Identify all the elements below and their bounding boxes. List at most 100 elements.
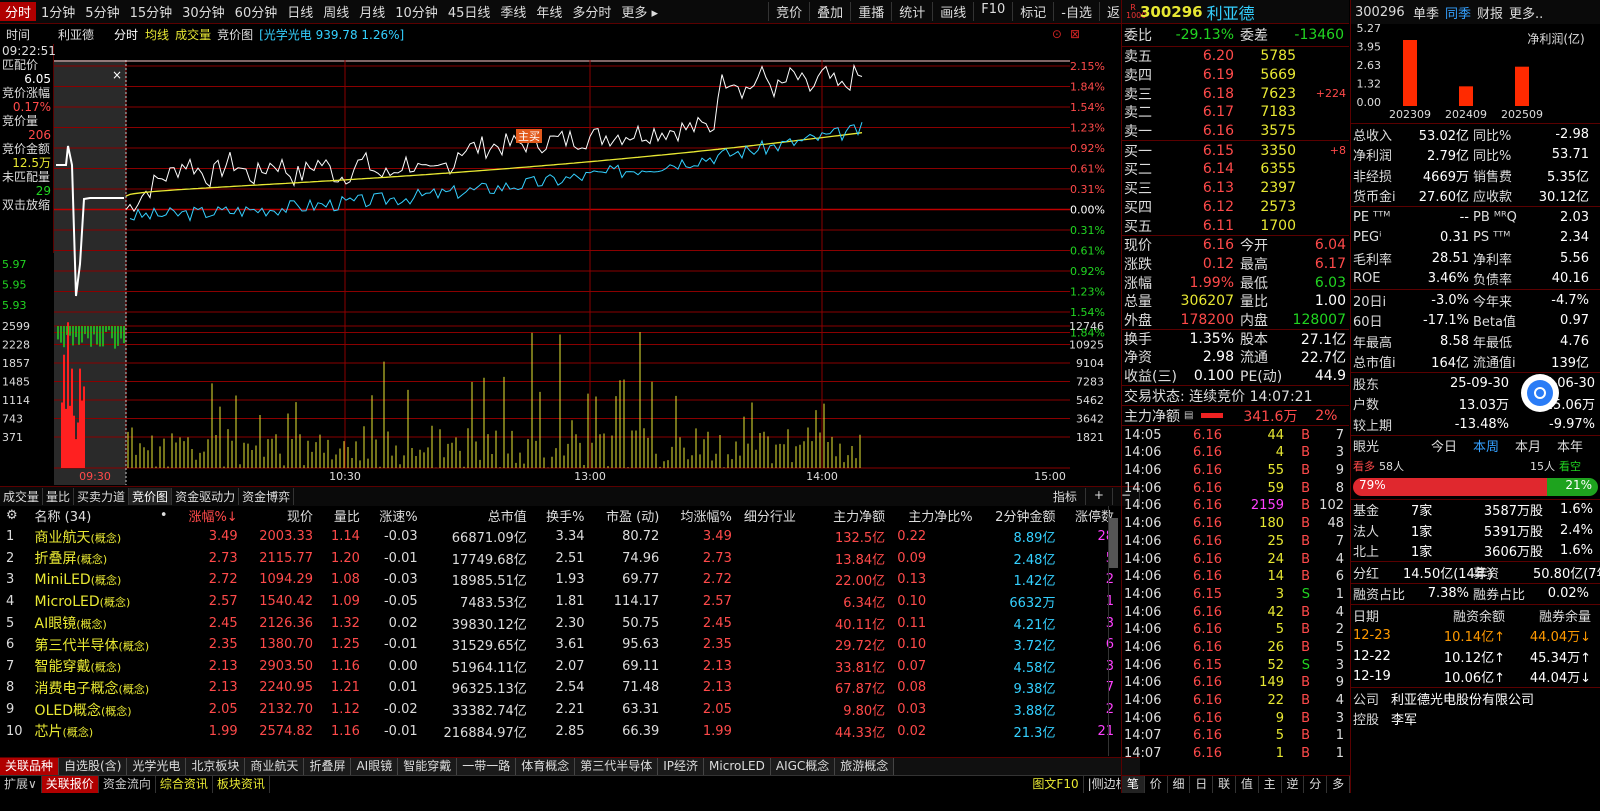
sentiment-bar[interactable]: 79% 21% (1353, 477, 1598, 496)
asks-row[interactable]: 卖五 6.20 5785 (1122, 47, 1349, 66)
sector-name[interactable]: AI眼镜(概念) (29, 612, 174, 634)
sector-name[interactable]: OLED概念(概念) (29, 699, 174, 721)
tick-tab[interactable]: 主 (1259, 776, 1282, 793)
related-tab[interactable]: 折叠屏 (304, 758, 352, 775)
toolbar-button[interactable]: 统计 (891, 2, 932, 21)
tick-tab[interactable]: 联 (1213, 776, 1236, 793)
bottom-tab[interactable]: 资金流向 (99, 776, 156, 793)
related-tab[interactable]: 商业航天 (245, 758, 305, 775)
indicator-button[interactable]: + (1086, 488, 1113, 505)
table-row[interactable]: 6 第三代半导体(概念) 2.35 1380.70 1.25 -0.01 31529.65亿… (0, 634, 1120, 656)
table-row[interactable]: 7 智能穿戴(概念) 2.13 2903.50 1.16 0.00 51964.11亿 2.0… (0, 656, 1120, 678)
related-tab[interactable]: 关联品种 (0, 758, 60, 775)
period-tab[interactable]: 15分钟 (125, 2, 178, 21)
period-tab[interactable]: 1分钟 (36, 2, 80, 21)
tick-tab[interactable]: 分 (1304, 776, 1328, 793)
bottom-tab[interactable]: 扩展∨ (0, 776, 42, 793)
sector-name[interactable]: MiniLED(概念) (29, 569, 174, 591)
period-tab[interactable]: 日线 (282, 2, 318, 21)
bids-row[interactable]: 买三 6.13 2397 (1122, 179, 1349, 198)
related-tab[interactable]: 第三代半导体 (575, 758, 659, 775)
column-header[interactable]: 总市值 (424, 505, 533, 526)
period-tab[interactable]: 分时 (0, 2, 37, 21)
asks-row[interactable]: 卖二 6.17 7183 (1122, 103, 1349, 122)
tick-tab[interactable]: 逆 (1282, 776, 1305, 793)
avg-label[interactable]: 均线 (142, 26, 172, 43)
table-row[interactable]: 4 MicroLED(概念) 2.57 1540.42 1.09 -0.05 7483.53… (0, 591, 1120, 613)
related-tab[interactable]: 体育概念 (516, 758, 576, 775)
bottom-tab[interactable]: 综合资讯 (156, 776, 213, 793)
period-tab[interactable]: 5分钟 (80, 2, 124, 21)
chart-svg[interactable]: 2.15% 1.84% 1.54% 1.23% 0.92% 0.61% 0.31% 0.00%… (0, 24, 1140, 485)
column-header[interactable]: 2分钟金额 (979, 505, 1062, 526)
toolbar-button[interactable]: -自选 (1053, 2, 1099, 21)
bottom-tab[interactable]: 板块资讯 (213, 776, 270, 793)
related-tab[interactable]: 北京板块 (186, 758, 246, 775)
eye-tab[interactable]: 今日 (1431, 436, 1473, 455)
period-tab[interactable]: 年线 (531, 2, 567, 21)
bottom-right-button[interactable]: 图文F10 (1028, 776, 1084, 793)
table-row[interactable]: 1 商业航天(概念) 3.49 2003.33 1.14 -0.03 66871.09亿 3.… (0, 526, 1120, 548)
period-tab[interactable]: 多分时 (567, 2, 616, 21)
main-net-icon[interactable]: ▤ (1180, 410, 1197, 421)
toolbar-button[interactable]: 标记 (1012, 2, 1053, 21)
column-header[interactable]: 均涨幅% (665, 505, 738, 526)
table-row[interactable]: 5 AI眼镜(概念) 2.45 2126.36 1.32 0.02 39830.12亿 2.3… (0, 612, 1120, 634)
period-tab[interactable]: 30分钟 (177, 2, 230, 21)
asks-row[interactable]: 卖一 6.16 3575 (1122, 122, 1349, 141)
related-tab[interactable]: AIGC概念 (770, 758, 836, 775)
table-scrollbar[interactable] (1108, 506, 1118, 756)
indicator-tab[interactable]: 资金驱动力 (172, 488, 240, 505)
sector-name[interactable]: 第三代半导体(概念) (29, 634, 174, 656)
related-tab[interactable]: 智能穿戴 (398, 758, 458, 775)
table-row[interactable]: 2 折叠屏(概念) 2.73 2115.77 1.20 -0.01 17749.68亿 2.5… (0, 548, 1120, 570)
related-tab[interactable]: 自选股(含) (59, 758, 128, 775)
column-header[interactable]: 现价 (244, 505, 319, 526)
table-row[interactable]: 8 消费电子概念(概念) 2.13 2240.95 1.21 0.01 96325.13亿 2… (0, 677, 1120, 699)
sector-name[interactable]: MicroLED(概念) (29, 591, 174, 613)
fin-tab[interactable]: 同季 (1445, 3, 1471, 22)
float-assistant-icon[interactable] (1521, 374, 1559, 412)
sector-name[interactable]: 消费电子概念(概念) (29, 677, 174, 699)
tick-tab[interactable]: 笔 (1122, 776, 1145, 793)
column-header[interactable]: 名称 (34) (29, 505, 142, 526)
fin-tab[interactable]: 更多.. (1509, 3, 1543, 22)
related-tab[interactable]: IP经济 (658, 758, 705, 775)
toolbar-button[interactable]: 重播 (850, 2, 891, 21)
column-header[interactable]: • (141, 505, 173, 526)
close-icon[interactable]: ⊠ (1070, 27, 1080, 41)
toolbar-button[interactable]: 叠加 (809, 2, 850, 21)
settings-icon[interactable]: ⊙ (1052, 27, 1062, 41)
tick-tab[interactable]: 值 (1236, 776, 1259, 793)
bids-row[interactable]: 买一 6.15 3350 +8 (1122, 141, 1349, 160)
column-header[interactable]: 市盈 (动) (591, 505, 666, 526)
related-tab[interactable]: AI眼镜 (351, 758, 399, 775)
indicator-tab[interactable]: 买卖力道 (74, 488, 130, 505)
eye-tab[interactable]: 本年 (1557, 436, 1599, 455)
column-header[interactable]: 主力净额 (818, 505, 891, 526)
indicator-tab[interactable]: 量比 (43, 488, 75, 505)
table-row[interactable]: 9 OLED概念(概念) 2.05 2132.70 1.12 -0.02 33382.74亿… (0, 699, 1120, 721)
column-header[interactable]: 细分行业 (738, 505, 818, 526)
asks-row[interactable]: 卖四 6.19 5669 (1122, 66, 1349, 85)
indicator-button[interactable]: 指标 (1045, 488, 1086, 505)
column-header[interactable]: 涨幅%↓ (174, 505, 244, 526)
indicator-tab[interactable]: 竞价图 (129, 488, 173, 505)
indicator-tab[interactable]: 资金博弈 (239, 488, 295, 505)
eye-tab[interactable]: 本月 (1515, 436, 1557, 455)
related-tab[interactable]: 旅游概念 (835, 758, 895, 775)
column-header[interactable]: 换手% (533, 505, 591, 526)
fin-tab[interactable]: 单季 (1413, 3, 1439, 22)
period-tab[interactable]: 60分钟 (230, 2, 283, 21)
period-tab[interactable]: 45日线 (443, 2, 496, 21)
eye-tab[interactable]: 本周 (1473, 436, 1515, 455)
column-header[interactable]: 涨速% (366, 505, 424, 526)
related-tab[interactable]: MicroLED (704, 758, 771, 775)
mode-label[interactable]: 分时 (100, 26, 142, 43)
sector-name[interactable]: 商业航天(概念) (29, 526, 174, 548)
toolbar-button[interactable]: F10 (973, 2, 1012, 21)
toolbar-button[interactable]: 画线 (932, 2, 973, 21)
vol-label[interactable]: 成交量 (172, 26, 214, 43)
sector-name[interactable]: 智能穿戴(概念) (29, 656, 174, 678)
related-tab[interactable]: 一带一路 (457, 758, 517, 775)
